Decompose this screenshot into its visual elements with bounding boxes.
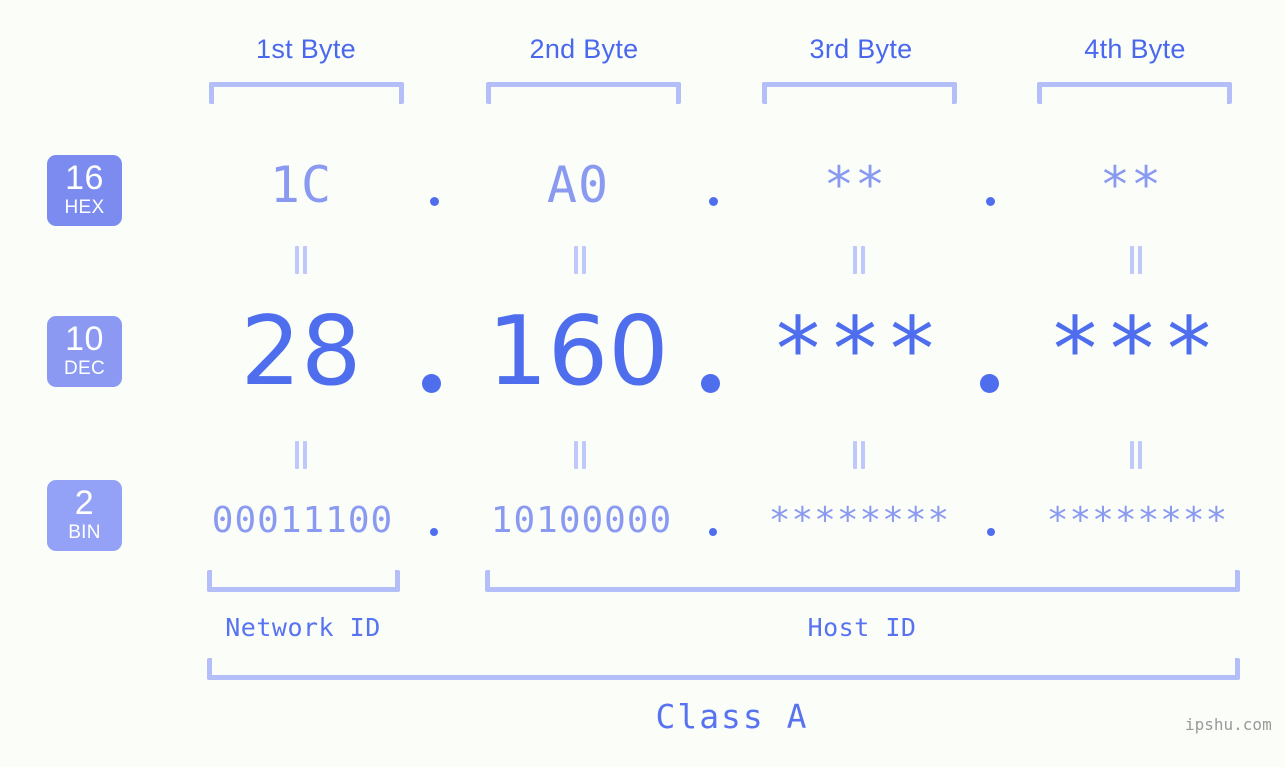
byte-bracket-top-4 <box>1037 82 1232 104</box>
base-badge-dec-number: 10 <box>65 320 104 358</box>
host-id-bracket <box>485 570 1240 592</box>
hex-separator-3 <box>986 197 995 206</box>
base-badge-hex-label: HEX <box>64 197 105 218</box>
network-id-bracket <box>207 570 400 592</box>
equals-hex-dec-3 <box>851 246 867 274</box>
bin-separator-2 <box>709 528 717 536</box>
base-badge-hex-number: 16 <box>65 159 104 197</box>
class-bracket <box>207 658 1240 680</box>
hex-separator-2 <box>709 197 718 206</box>
host-id-label: Host ID <box>807 613 917 642</box>
equals-dec-bin-2 <box>572 441 588 469</box>
equals-dec-bin-4 <box>1128 441 1144 469</box>
dec-separator-2 <box>701 374 720 393</box>
byte-header-2: 2nd Byte <box>529 34 639 64</box>
base-badge-bin: 2 BIN <box>47 480 122 551</box>
hex-byte-1: 1C <box>269 156 333 214</box>
equals-hex-dec-1 <box>293 246 309 274</box>
hex-byte-3: ** <box>823 156 887 214</box>
byte-bracket-top-3 <box>762 82 957 104</box>
base-badge-hex: 16 HEX <box>47 155 122 226</box>
equals-dec-bin-3 <box>851 441 867 469</box>
equals-hex-dec-4 <box>1128 246 1144 274</box>
dec-byte-1: 28 <box>240 297 362 407</box>
bin-byte-1: 00011100 <box>211 500 394 541</box>
byte-header-4: 4th Byte <box>1084 34 1186 64</box>
byte-bracket-top-2 <box>486 82 681 104</box>
bin-byte-3: ******** <box>768 500 951 541</box>
equals-dec-bin-1 <box>293 441 309 469</box>
hex-byte-4: ** <box>1099 156 1163 214</box>
ip-byte-diagram: 1st Byte 2nd Byte 3rd Byte 4th Byte 16 H… <box>0 0 1285 767</box>
base-badge-bin-number: 2 <box>74 484 95 522</box>
class-label: Class A <box>655 697 809 736</box>
base-badge-dec: 10 DEC <box>47 316 122 387</box>
network-id-label: Network ID <box>225 613 381 642</box>
bin-byte-4: ******** <box>1046 500 1229 541</box>
dec-byte-4: *** <box>1048 298 1220 401</box>
dec-byte-2: 160 <box>487 297 669 407</box>
bin-byte-2: 10100000 <box>490 500 673 541</box>
byte-bracket-top-1 <box>209 82 404 104</box>
hex-separator-1 <box>430 197 439 206</box>
site-watermark: ipshu.com <box>1185 715 1272 734</box>
base-badge-dec-label: DEC <box>63 358 105 379</box>
dec-separator-1 <box>422 374 441 393</box>
byte-header-1: 1st Byte <box>256 34 356 64</box>
equals-hex-dec-2 <box>572 246 588 274</box>
dec-separator-3 <box>980 374 999 393</box>
hex-byte-2: A0 <box>546 156 610 214</box>
byte-header-3: 3rd Byte <box>809 34 913 64</box>
bin-separator-1 <box>430 528 438 536</box>
dec-byte-3: *** <box>771 298 943 401</box>
bin-separator-3 <box>987 528 995 536</box>
base-badge-bin-label: BIN <box>68 522 101 543</box>
